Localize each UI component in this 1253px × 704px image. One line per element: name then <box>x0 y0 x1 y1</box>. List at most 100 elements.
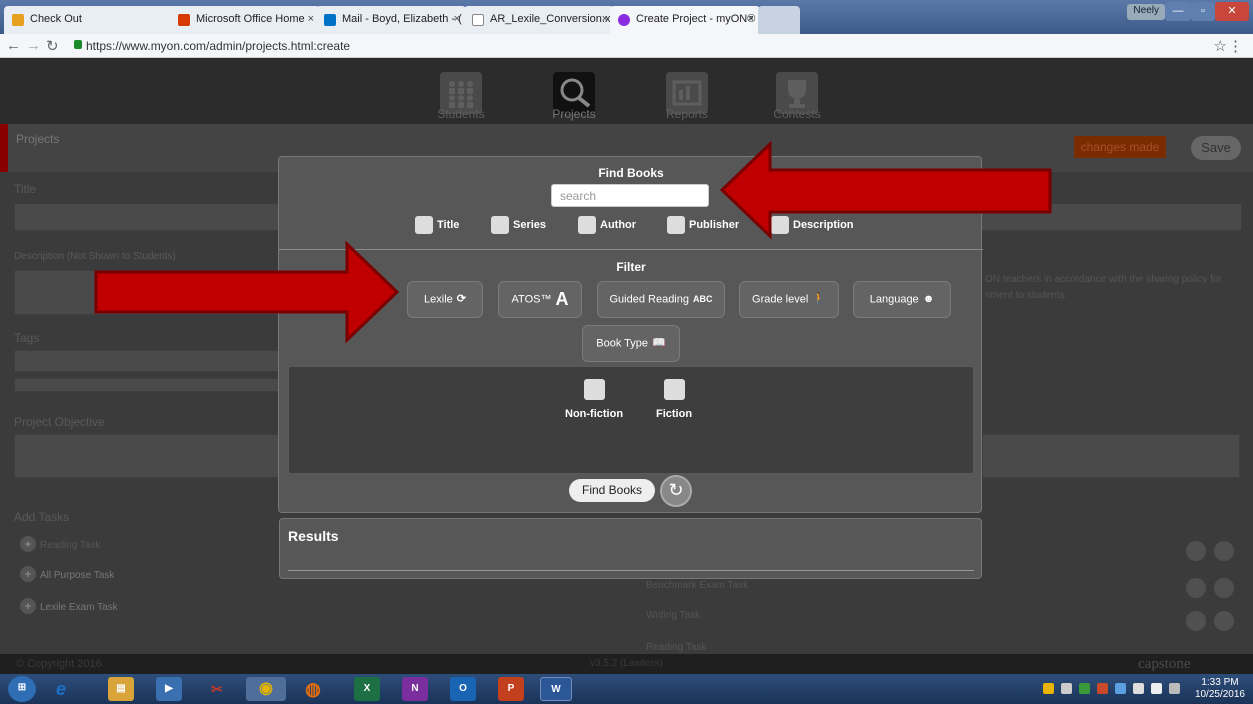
filter-book-type[interactable]: Book Type 📖 <box>582 325 680 362</box>
settings-gear-icon[interactable] <box>1186 541 1206 561</box>
task-reading[interactable]: + Reading Task <box>20 536 100 552</box>
windows-taskbar: ⊞ e ▤ ▶ ✂ ◉ ◍ X N O P W 1:33 PM 10/25/20… <box>0 674 1253 704</box>
book-type-nonfiction[interactable]: Non-fiction <box>565 379 623 420</box>
profile-button[interactable]: Neely <box>1127 4 1165 20</box>
myon-favicon-icon <box>618 14 630 26</box>
tab-close-icon[interactable]: × <box>454 13 460 25</box>
plus-icon: + <box>20 566 36 582</box>
network-tray-icon[interactable] <box>1115 683 1126 694</box>
book-type-fiction[interactable]: Fiction <box>656 379 692 420</box>
green-tray-icon[interactable] <box>1079 683 1090 694</box>
search-field-publisher[interactable]: Publisher <box>667 216 739 236</box>
checkbox[interactable] <box>583 379 605 400</box>
display-tray-icon[interactable] <box>1169 683 1180 694</box>
objective-input[interactable] <box>14 434 284 478</box>
task-writing[interactable]: Writing Task <box>646 610 700 621</box>
settings-gear-icon[interactable] <box>1186 611 1206 631</box>
nav-contests[interactable]: Contests <box>757 107 837 121</box>
filter-atos[interactable]: ATOS™ A <box>498 281 582 318</box>
checkbox[interactable] <box>663 379 685 400</box>
task-label: Writing Task <box>646 610 701 621</box>
results-panel: Results <box>279 518 982 579</box>
delete-trash-icon[interactable] <box>1214 541 1234 561</box>
filter-guided-reading[interactable]: Guided Reading ABC <box>597 281 725 318</box>
find-books-button[interactable]: Find Books <box>569 479 655 502</box>
checkbox[interactable] <box>578 216 596 234</box>
excel-icon[interactable]: X <box>354 677 380 701</box>
snipping-tool-icon[interactable]: ✂ <box>204 677 230 701</box>
word-icon[interactable]: W <box>540 677 572 701</box>
filter-grade-level[interactable]: Grade level 🚶 <box>739 281 839 318</box>
projects-title: Projects <box>16 132 60 146</box>
filter-language[interactable]: Language ☻ <box>853 281 951 318</box>
maximize-button[interactable]: ▫ <box>1191 2 1215 21</box>
settings-gear-icon[interactable] <box>1186 578 1206 598</box>
checkbox-label: Fiction <box>656 407 693 420</box>
task-lexile-exam[interactable]: + Lexile Exam Task <box>20 598 118 614</box>
nav-reports[interactable]: Reports <box>647 107 727 121</box>
file-explorer-icon[interactable]: ▤ <box>108 677 134 701</box>
shield-tray-icon[interactable] <box>1043 683 1054 694</box>
bookmark-star-icon[interactable]: ☆ <box>1214 37 1227 55</box>
minimize-button[interactable]: — <box>1165 2 1191 21</box>
url-field[interactable]: https://www.myon.com/admin/projects.html… <box>86 39 350 53</box>
onenote-icon[interactable]: N <box>402 677 428 701</box>
tags-toggle[interactable] <box>14 378 284 392</box>
task-benchmark[interactable]: Benchmark Exam Task <box>646 580 748 591</box>
firefox-icon[interactable]: ◍ <box>300 677 326 701</box>
outlook-icon[interactable]: O <box>450 677 476 701</box>
objective-input-right[interactable] <box>982 434 1240 478</box>
media-player-icon[interactable]: ▶ <box>156 677 182 701</box>
tab-check-out[interactable]: Check Out × <box>4 6 184 34</box>
checkbox[interactable] <box>667 216 685 234</box>
tags-input[interactable] <box>14 350 284 372</box>
filter-label: Grade level <box>752 293 809 306</box>
flag-icon[interactable] <box>1151 683 1162 694</box>
new-tab-button[interactable] <box>758 6 800 34</box>
nav-projects[interactable]: Projects <box>534 107 614 121</box>
back-icon[interactable]: ← <box>6 37 21 54</box>
forward-icon[interactable]: → <box>26 37 41 54</box>
tab-close-icon[interactable]: × <box>308 13 314 25</box>
reset-icon[interactable]: ↻ <box>660 475 692 507</box>
search-field-series[interactable]: Series <box>491 216 546 236</box>
filter-label: Lexile <box>424 293 453 306</box>
checkbox[interactable] <box>415 216 433 234</box>
search-field-description[interactable]: Description <box>771 216 854 236</box>
save-button[interactable]: Save <box>1191 136 1241 160</box>
chrome-icon[interactable]: ◉ <box>246 677 286 701</box>
search-field-title[interactable]: Title <box>415 216 459 236</box>
task-reading-2[interactable]: Reading Task <box>646 642 706 653</box>
book-type-panel: Non-fiction Fiction <box>288 366 974 474</box>
tab-create-project[interactable]: Create Project - myON® × <box>610 6 760 34</box>
delete-trash-icon[interactable] <box>1214 578 1234 598</box>
description-label: Description (Not Shown to Students) <box>14 251 176 262</box>
start-button[interactable]: ⊞ <box>8 676 36 702</box>
red-tray-icon[interactable] <box>1097 683 1108 694</box>
powerpoint-icon[interactable]: P <box>498 677 524 701</box>
delete-trash-icon[interactable] <box>1214 611 1234 631</box>
system-clock[interactable]: 1:33 PM 10/25/2016 <box>1195 677 1245 701</box>
tab-mail[interactable]: Mail - Boyd, Elizabeth - ( × <box>316 6 466 34</box>
volume-icon[interactable] <box>1133 683 1144 694</box>
nav-students[interactable]: Students <box>421 107 501 121</box>
tab-label: Create Project - myON® <box>636 13 756 25</box>
tab-ar-lexile[interactable]: AR_Lexile_Conversion.xls × <box>464 6 614 34</box>
reload-icon[interactable]: ↻ <box>46 37 59 55</box>
language-tray-icon[interactable] <box>1061 683 1072 694</box>
tab-close-icon[interactable]: × <box>748 13 754 25</box>
close-window-button[interactable]: ✕ <box>1215 2 1249 21</box>
menu-icon[interactable]: ⋮ <box>1228 37 1243 55</box>
checkbox[interactable] <box>491 216 509 234</box>
checkbox[interactable] <box>771 216 789 234</box>
filter-lexile[interactable]: Lexile ⟳ <box>407 281 483 318</box>
clock-time: 1:33 PM <box>1201 677 1239 688</box>
search-input[interactable] <box>551 184 709 207</box>
search-field-author[interactable]: Author <box>578 216 636 236</box>
task-all-purpose[interactable]: + All Purpose Task <box>20 566 114 582</box>
description-input[interactable] <box>14 270 284 315</box>
modal-divider <box>279 249 983 250</box>
tab-office-home[interactable]: Microsoft Office Home × <box>170 6 320 34</box>
tab-close-icon[interactable]: × <box>602 13 608 25</box>
ie-icon[interactable]: e <box>48 677 74 701</box>
